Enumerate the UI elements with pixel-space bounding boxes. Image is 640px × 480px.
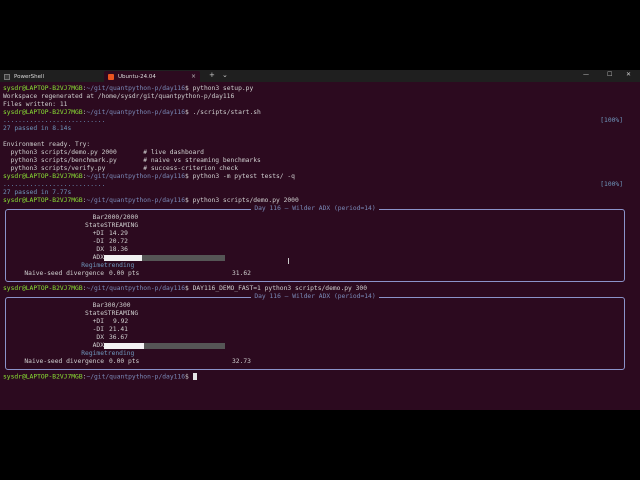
adx-dashboard-panel: Day 116 — Wilder ADX (period=14) Bar 2000… <box>5 205 625 282</box>
tab-label: PowerShell <box>14 73 45 80</box>
close-window-icon[interactable]: ✕ <box>626 71 631 78</box>
adx-progress-bar <box>104 343 225 349</box>
command-line: sysdr@LAPTOP-B2VJ7MGB:~/git/quantpython-… <box>3 285 367 292</box>
panel-title: Day 116 — Wilder ADX (period=14) <box>6 293 624 301</box>
stat-row-divergence: Naive-seed divergence 0.00 pts <box>24 358 140 365</box>
tab-bar: PowerShell Ubuntu-24.04 × + ⌄ — ☐ ✕ <box>0 70 640 82</box>
text-cursor <box>192 373 197 380</box>
output-line: python3 scripts/demo.py 2000 # live dash… <box>3 149 204 156</box>
maximize-icon[interactable]: ☐ <box>607 71 612 78</box>
output-line: Files written: 11 <box>3 101 68 108</box>
output-line: Workspace regenerated at /home/sysdr/git… <box>3 93 235 100</box>
stat-row-adx: ADX 32.73 <box>92 342 251 365</box>
test-progress: ........................... <box>3 181 106 188</box>
adx-bar-fill <box>104 343 144 349</box>
adx-progress-bar <box>104 255 225 261</box>
stat-row-plus-di: +DI 14.29 <box>92 230 128 237</box>
powershell-icon <box>4 73 10 80</box>
terminal-window: PowerShell Ubuntu-24.04 × + ⌄ — ☐ ✕ sysd… <box>0 70 640 410</box>
stat-row-bar: Bar 300/300 <box>92 302 131 309</box>
stat-row-minus-di: -DI 21.41 <box>92 326 128 333</box>
command-line: sysdr@LAPTOP-B2VJ7MGB:~/git/quantpython-… <box>3 173 295 180</box>
command-line: sysdr@LAPTOP-B2VJ7MGB:~/git/quantpython-… <box>3 197 299 204</box>
stat-row-regime: Regime trending <box>81 350 135 357</box>
stat-row-bar: Bar 2000/2000 <box>92 214 139 221</box>
stat-row-state: State STREAMING <box>85 310 139 317</box>
panel-title: Day 116 — Wilder ADX (period=14) <box>6 205 624 213</box>
stat-row-regime: Regime trending <box>81 262 135 269</box>
close-tab-icon[interactable]: × <box>191 73 196 80</box>
stat-row-minus-di: -DI 20.72 <box>92 238 128 245</box>
stat-row-plus-di: +DI 9.92 <box>92 318 129 325</box>
test-percent: [100%] <box>600 181 623 188</box>
stat-row-adx: ADX 31.62 <box>92 254 251 277</box>
command-line: sysdr@LAPTOP-B2VJ7MGB:~/git/quantpython-… <box>3 373 197 381</box>
test-progress: ........................... <box>3 117 106 124</box>
test-percent: [100%] <box>600 117 623 124</box>
command-line: sysdr@LAPTOP-B2VJ7MGB:~/git/quantpython-… <box>3 85 254 92</box>
output-line: python3 scripts/verify.py # success-crit… <box>3 165 239 172</box>
ubuntu-icon <box>108 73 114 80</box>
mouse-cursor-icon <box>288 258 292 264</box>
tab-label: Ubuntu-24.04 <box>118 73 156 80</box>
adx-dashboard-panel: Day 116 — Wilder ADX (period=14) Bar 300/… <box>5 293 625 370</box>
stat-row-state: State STREAMING <box>85 222 139 229</box>
command-line: sysdr@LAPTOP-B2VJ7MGB:~/git/quantpython-… <box>3 109 261 116</box>
tab-powershell[interactable]: PowerShell <box>0 71 103 82</box>
output-line: python3 scripts/benchmark.py # naive vs … <box>3 157 261 164</box>
tab-ubuntu[interactable]: Ubuntu-24.04 × <box>104 71 200 82</box>
adx-bar-fill <box>104 255 143 261</box>
tab-dropdown-icon[interactable]: ⌄ <box>222 71 228 79</box>
minimize-icon[interactable]: — <box>583 71 589 78</box>
stat-row-dx: DX 18.36 <box>96 246 128 253</box>
output-line: Environment ready. Try: <box>3 141 91 148</box>
stat-row-divergence: Naive-seed divergence 0.00 pts <box>24 270 140 277</box>
test-summary: 27 passed in 8.14s <box>3 125 72 132</box>
test-summary: 27 passed in 7.77s <box>3 189 72 196</box>
stat-row-dx: DX 36.67 <box>96 334 128 341</box>
new-tab-button[interactable]: + <box>209 71 215 79</box>
